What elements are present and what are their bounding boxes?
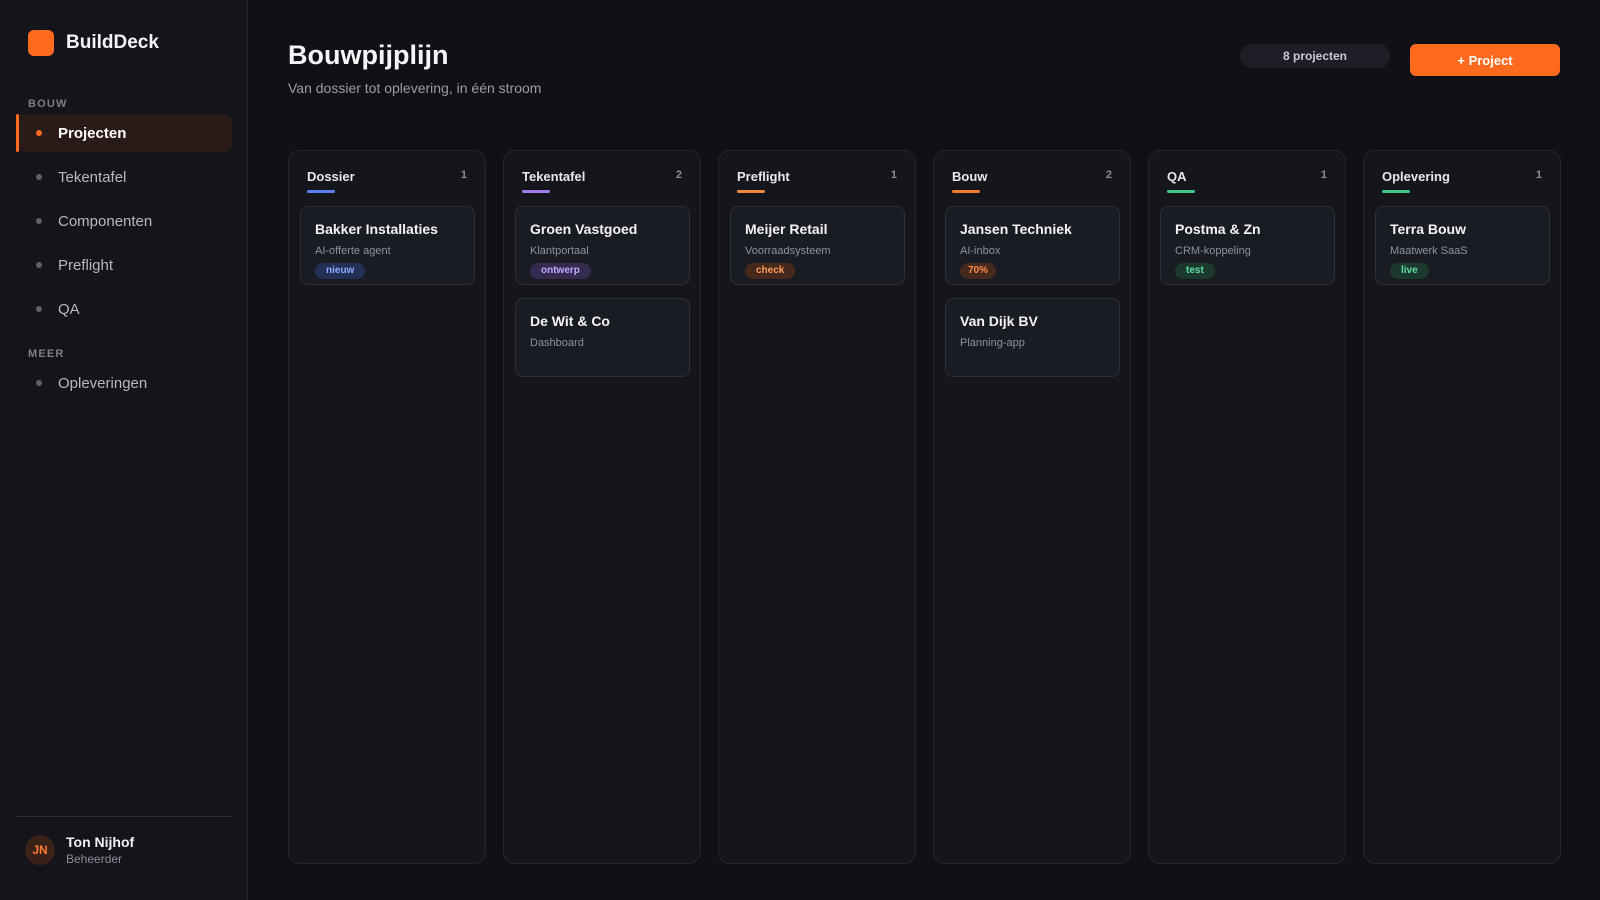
column-header: Dossier 1 (307, 168, 467, 193)
status-badge: live (1390, 263, 1429, 279)
card-title: Jansen Techniek (960, 221, 1072, 237)
project-card[interactable]: Terra Bouw Maatwerk SaaS live (1375, 206, 1550, 285)
sidebar-item-preflight[interactable]: Preflight (16, 246, 232, 284)
builddeck-logo-icon (28, 30, 54, 56)
sidebar-item-label: QA (58, 300, 80, 318)
project-card[interactable]: Van Dijk BV Planning-app (945, 298, 1120, 377)
column-accent-bar (307, 190, 335, 193)
column-oplevering: Oplevering 1 Terra Bouw Maatwerk SaaS li… (1363, 150, 1561, 864)
column-title: Bouw (952, 169, 988, 184)
project-card[interactable]: Bakker Installaties AI-offerte agent nie… (300, 206, 475, 285)
section-label-meer: MEER (28, 348, 65, 360)
project-card[interactable]: Meijer Retail Voorraadsysteem check (730, 206, 905, 285)
column-bouw: Bouw 2 Jansen Techniek AI-inbox 70% Van … (933, 150, 1131, 864)
card-subtitle: AI-offerte agent (315, 245, 391, 257)
card-subtitle: Planning-app (960, 337, 1025, 349)
status-badge: check (745, 263, 796, 279)
column-header: QA 1 (1167, 168, 1327, 193)
column-title: QA (1167, 169, 1187, 184)
card-subtitle: Voorraadsysteem (745, 245, 831, 257)
sidebar-item-qa[interactable]: QA (16, 290, 232, 328)
bullet-icon (36, 174, 42, 180)
column-header: Bouw 2 (952, 168, 1112, 193)
status-badge: ontwerp (530, 263, 591, 279)
column-count: 1 (460, 169, 467, 181)
brand[interactable]: BuildDeck (28, 30, 159, 56)
card-subtitle: CRM-koppeling (1175, 245, 1251, 257)
column-accent-bar (737, 190, 765, 193)
project-card[interactable]: Postma & Zn CRM-koppeling test (1160, 206, 1335, 285)
sidebar-item-label: Componenten (58, 212, 153, 230)
bullet-icon (36, 306, 42, 312)
sidebar-item-opleveringen[interactable]: Opleveringen (16, 364, 232, 402)
card-subtitle: AI-inbox (960, 245, 1001, 257)
column-preflight: Preflight 1 Meijer Retail Voorraadsystee… (718, 150, 916, 864)
user-profile[interactable]: JN Ton Nijhof Beheerder (25, 834, 134, 866)
project-count-badge: 8 projecten (1240, 44, 1390, 68)
column-accent-bar (1167, 190, 1195, 193)
section-label-bouw: BOUW (28, 98, 68, 110)
card-subtitle: Klantportaal (530, 245, 589, 257)
project-card[interactable]: Groen Vastgoed Klantportaal ontwerp (515, 206, 690, 285)
sidebar-item-label: Preflight (58, 256, 114, 274)
card-subtitle: Maatwerk SaaS (1390, 245, 1468, 257)
card-title: Van Dijk BV (960, 313, 1038, 329)
bullet-icon (36, 218, 42, 224)
sidebar-item-label: Opleveringen (58, 374, 148, 392)
add-project-button[interactable]: + Project (1410, 44, 1560, 76)
card-subtitle: Dashboard (530, 337, 584, 349)
status-badge: test (1175, 263, 1215, 279)
status-badge: nieuw (315, 263, 366, 279)
avatar: JN (25, 835, 55, 865)
card-title: Postma & Zn (1175, 221, 1261, 237)
bullet-icon (36, 130, 42, 136)
column-accent-bar (522, 190, 550, 193)
project-card[interactable]: Jansen Techniek AI-inbox 70% (945, 206, 1120, 285)
bullet-icon (36, 380, 42, 386)
column-count: 2 (1105, 169, 1112, 181)
card-title: Meijer Retail (745, 221, 828, 237)
card-title: Terra Bouw (1390, 221, 1466, 237)
column-title: Tekentafel (522, 169, 586, 184)
column-count: 1 (1535, 169, 1542, 181)
column-title: Dossier (307, 169, 355, 184)
sidebar-item-componenten[interactable]: Componenten (16, 202, 232, 240)
column-title: Oplevering (1382, 169, 1450, 184)
column-count: 1 (1320, 169, 1327, 181)
page-subtitle: Van dossier tot oplevering, in één stroo… (288, 80, 542, 96)
project-card[interactable]: De Wit & Co Dashboard (515, 298, 690, 377)
column-count: 1 (890, 169, 897, 181)
sidebar: BuildDeck BOUW Projecten Tekentafel Comp… (0, 0, 248, 900)
page-title: Bouwpijplijn (288, 40, 449, 70)
card-title: De Wit & Co (530, 313, 610, 329)
column-qa: QA 1 Postma & Zn CRM-koppeling test (1148, 150, 1346, 864)
sidebar-item-label: Tekentafel (58, 168, 127, 186)
sidebar-item-projecten[interactable]: Projecten (16, 114, 232, 152)
column-header: Oplevering 1 (1382, 168, 1542, 193)
sidebar-divider (16, 816, 232, 817)
card-title: Bakker Installaties (315, 221, 438, 237)
user-name: Ton Nijhof (66, 834, 135, 850)
progress-badge: 70% (960, 263, 997, 279)
column-accent-bar (1382, 190, 1410, 193)
card-title: Groen Vastgoed (530, 221, 638, 237)
brand-name: BuildDeck (66, 32, 159, 53)
column-title: Preflight (737, 169, 790, 184)
sidebar-item-tekentafel[interactable]: Tekentafel (16, 158, 232, 196)
column-tekentafel: Tekentafel 2 Groen Vastgoed Klantportaal… (503, 150, 701, 864)
column-accent-bar (952, 190, 980, 193)
column-header: Preflight 1 (737, 168, 897, 193)
column-count: 2 (675, 169, 682, 181)
user-role: Beheerder (66, 852, 123, 866)
column-header: Tekentafel 2 (522, 168, 682, 193)
bullet-icon (36, 262, 42, 268)
sidebar-item-label: Projecten (58, 124, 127, 142)
column-dossier: Dossier 1 Bakker Installaties AI-offerte… (288, 150, 486, 864)
